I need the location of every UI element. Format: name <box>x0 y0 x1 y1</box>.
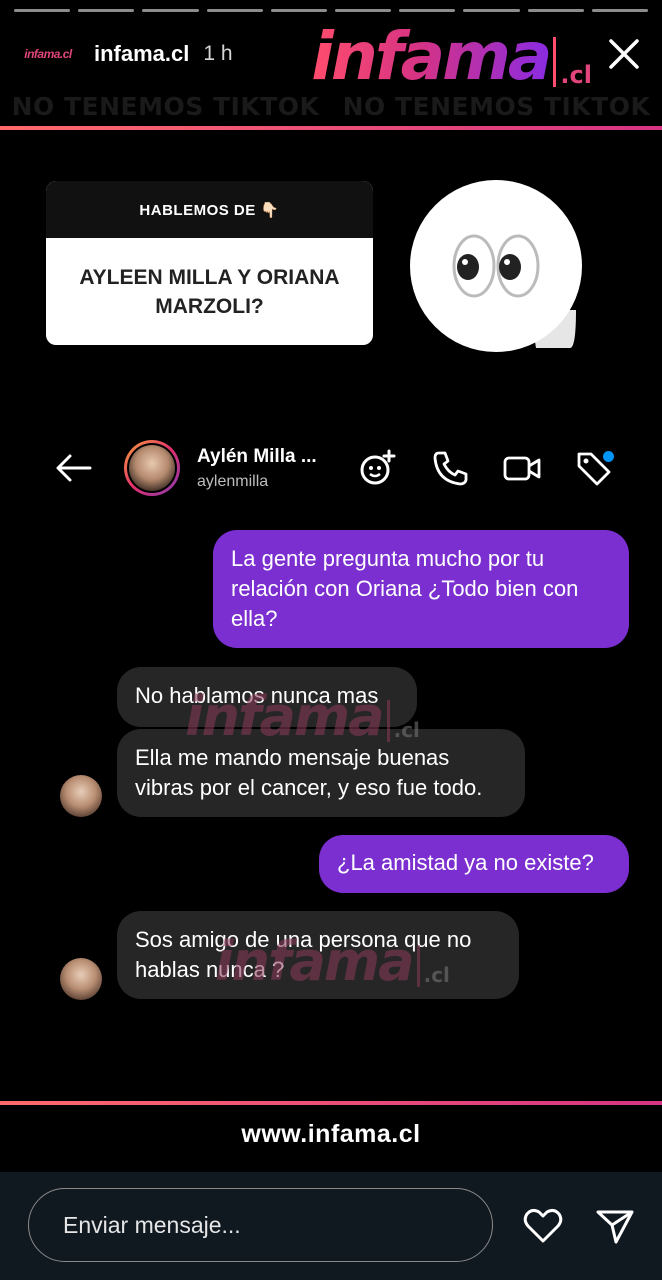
send-icon[interactable] <box>594 1205 636 1247</box>
phone-icon[interactable] <box>430 448 470 488</box>
story-avatar[interactable]: infama.cl <box>22 34 74 74</box>
contact-handle: aylenmilla <box>197 473 269 490</box>
story-progress-segment <box>463 9 520 12</box>
story-header: infama.cl infama.cl 1 h infama .cl <box>22 18 642 95</box>
bottom-accent-line <box>0 1101 662 1105</box>
question-sticker[interactable]: HABLEMOS DE 👇🏻 AYLEEN MILLA Y ORIANA MAR… <box>46 181 373 345</box>
tag-icon[interactable] <box>574 448 614 488</box>
contact-avatar-small <box>60 775 102 817</box>
question-sticker-text: AYLEEN MILLA Y ORIANA MARZOLI? <box>79 265 340 318</box>
story-progress-segment <box>527 9 584 12</box>
brand-logo-word: infama <box>311 18 552 95</box>
notification-dot <box>603 451 614 462</box>
message-bubble-received[interactable]: No hablamos nunca mas <box>117 667 417 727</box>
brand-logo-divider <box>553 37 557 87</box>
story-progress-segment <box>335 9 392 12</box>
story-progress-segment <box>78 9 135 12</box>
back-arrow-icon[interactable] <box>54 450 94 486</box>
contact-name[interactable]: Aylén Milla ... <box>197 446 317 468</box>
story-progress-bar <box>14 9 649 12</box>
close-icon[interactable] <box>606 36 642 72</box>
banner-text: NO TENEMOS TIKTOK <box>11 92 320 121</box>
brand-logo: infama .cl <box>311 18 592 95</box>
banner-text: NO TENEMOS TIKTOK <box>342 92 651 121</box>
question-sticker-header: HABLEMOS DE 👇🏻 <box>46 181 373 238</box>
no-tiktok-banner: NO TENEMOS TIKTOK NO TENEMOS TIKTOK <box>0 92 662 121</box>
heart-icon[interactable] <box>522 1205 564 1247</box>
eyes-icon <box>410 180 583 353</box>
contact-avatar[interactable] <box>124 440 180 496</box>
message-bubble-received[interactable]: Sos amigo de una persona que no hablas n… <box>117 911 519 999</box>
story-timestamp: 1 h <box>203 42 233 65</box>
contact-avatar-small <box>60 958 102 1000</box>
story-progress-segment <box>591 9 649 12</box>
message-bubble-sent[interactable]: La gente pregunta mucho por tu relación … <box>213 530 629 648</box>
story-username[interactable]: infama.cl <box>94 41 189 67</box>
story-progress-segment <box>270 9 328 12</box>
story-progress-segment <box>14 9 71 12</box>
avatar-logo: infama.cl <box>24 47 72 61</box>
reply-input[interactable]: Enviar mensaje... <box>28 1188 493 1262</box>
video-icon[interactable] <box>502 448 542 488</box>
effects-icon[interactable] <box>358 448 398 488</box>
story-progress-segment <box>399 9 456 12</box>
site-url: www.infama.cl <box>241 1120 421 1148</box>
story-progress-segment <box>142 9 199 12</box>
reply-placeholder: Enviar mensaje... <box>63 1211 241 1238</box>
story-progress-segment <box>206 9 263 12</box>
message-bubble-received[interactable]: Ella me mando mensaje buenas vibras por … <box>117 729 525 817</box>
dm-header: Aylén Milla ... aylenmilla <box>0 436 662 500</box>
brand-logo-suffix: .cl <box>560 61 592 89</box>
message-bubble-sent[interactable]: ¿La amistad ya no existe? <box>319 835 629 893</box>
top-accent-line <box>0 126 662 130</box>
